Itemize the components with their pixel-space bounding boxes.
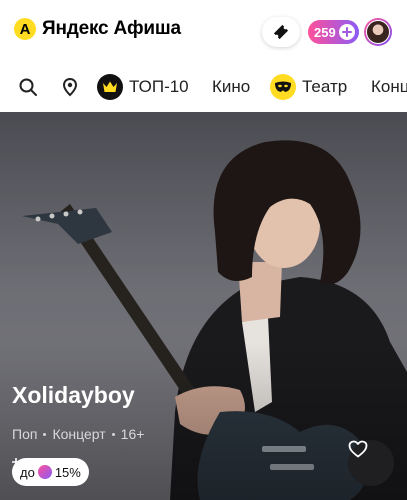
plus-points-count: 259: [314, 24, 336, 40]
nav-location[interactable]: [60, 62, 80, 112]
ticket-icon: [273, 24, 289, 40]
meta-separator: [111, 432, 115, 436]
plus-points-badge[interactable]: 259: [308, 20, 359, 44]
theatre-mask-icon: [270, 74, 296, 100]
event-meta: Поп Концерт 16+: [12, 426, 144, 442]
nav-top10-label: ТОП-10: [129, 77, 189, 96]
nav-top10[interactable]: ТОП-10: [97, 62, 189, 112]
nav-theatre[interactable]: Театр: [270, 62, 347, 112]
avatar-photo: [366, 20, 390, 44]
meta-separator: [43, 432, 47, 436]
nav-cinema[interactable]: Кино: [212, 62, 250, 112]
nav-search[interactable]: [18, 62, 38, 112]
logo-text: Яндекс Афиша: [42, 18, 181, 39]
nav-theatre-label: Театр: [302, 77, 348, 96]
search-icon: [19, 78, 37, 96]
plus-icon: [338, 24, 355, 40]
favorite-button[interactable]: [348, 440, 394, 486]
location-pin-icon: [62, 77, 78, 97]
cashback-value: 15%: [54, 464, 81, 480]
cashback-badge: до 15%: [12, 458, 89, 486]
cashback-prefix: до: [20, 464, 35, 480]
heart-icon: [348, 440, 368, 458]
tickets-button[interactable]: [262, 17, 300, 47]
plus-icon: [12, 458, 52, 479]
category-nav: ТОП-10 Кино Театр Конц: [0, 62, 407, 112]
crown-icon: [97, 74, 123, 100]
afisha-logo-icon: A: [14, 18, 36, 40]
yandex-afisha-logo[interactable]: A Яндекс Афиша: [14, 18, 181, 40]
event-card[interactable]: Xolidayboy Поп Концерт 16+ до 15%: [0, 112, 407, 500]
nav-concerts-label: Конц: [371, 77, 407, 96]
app-header: A Яндекс Афиша 259: [0, 0, 407, 62]
event-title[interactable]: Xolidayboy: [12, 382, 135, 409]
event-genre: Поп: [12, 426, 38, 442]
event-category: Концерт: [52, 426, 106, 442]
nav-cinema-label: Кино: [212, 77, 251, 96]
event-age-rating: 16+: [120, 426, 145, 442]
nav-concerts[interactable]: Конц: [371, 62, 407, 112]
user-avatar[interactable]: [364, 18, 392, 46]
